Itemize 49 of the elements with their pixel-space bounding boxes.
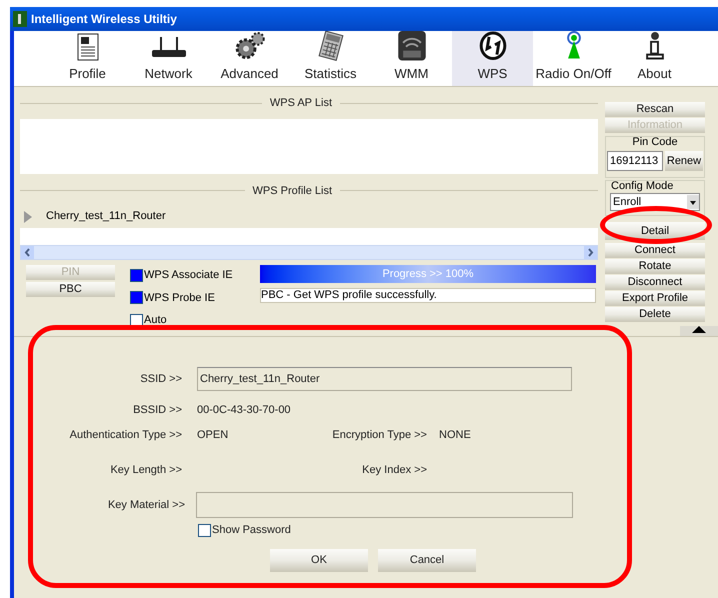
authentication-value: OPEN xyxy=(197,428,230,443)
checkbox-label: WPS Probe IE xyxy=(144,290,215,306)
window-title: Intelligent Wireless Utiltiy xyxy=(31,11,177,28)
key-length-label: Key Length >> xyxy=(109,462,182,478)
list-item[interactable]: Cherry_test_11n_Router xyxy=(46,208,166,225)
group-title: Config Mode xyxy=(611,180,674,193)
pin-code-field[interactable]: 16912113 xyxy=(607,151,663,171)
collapse-button[interactable] xyxy=(680,326,718,336)
ssid-field[interactable]: Cherry_test_11n_Router xyxy=(197,367,572,391)
group-title: WPS Profile List xyxy=(252,184,333,198)
encryption-label: Encryption Type >> xyxy=(331,428,427,443)
checkbox[interactable] xyxy=(130,268,143,282)
ssid-label: SSID >> xyxy=(139,372,182,387)
group-title: WPS AP List xyxy=(268,96,333,111)
action-button[interactable]: Disconnect xyxy=(605,275,705,290)
encryption-value: NONE xyxy=(439,428,471,443)
person-pointer-icon xyxy=(644,31,664,60)
progress-label: Progress >> 100% xyxy=(381,266,475,282)
side-button[interactable]: Rescan xyxy=(605,102,705,117)
group-title: Pin Code xyxy=(632,136,678,149)
dialog-button[interactable]: Cancel xyxy=(378,548,476,572)
triangle-icon xyxy=(24,210,32,222)
key-index-label: Key Index >> xyxy=(361,462,427,478)
checkbox-label: Show Password xyxy=(212,523,291,538)
toolbar-button[interactable]: WPS xyxy=(452,31,533,86)
action-button[interactable]: Delete xyxy=(605,307,705,322)
dialog-button[interactable]: OK xyxy=(270,548,368,572)
horizontal-scrollbar[interactable] xyxy=(20,245,598,260)
authentication-label: Authentication Type >> xyxy=(68,428,182,443)
renew-button[interactable]: Renew xyxy=(665,151,703,171)
checkbox-label: WPS Associate IE xyxy=(144,268,233,283)
checkbox[interactable] xyxy=(130,291,143,304)
action-button[interactable]: Export Profile xyxy=(605,291,705,306)
key-material-field[interactable] xyxy=(196,492,573,518)
action-button[interactable]: Connect xyxy=(605,243,705,258)
arrows-cycle-icon xyxy=(478,31,506,60)
status-text: PBC - Get WPS profile successfully. xyxy=(260,288,596,303)
mode-button[interactable]: PBC xyxy=(26,282,115,297)
bssid-value: 00-0C-43-30-70-00 xyxy=(197,402,291,418)
up-arrow-icon xyxy=(692,326,706,333)
app-icon xyxy=(13,11,27,27)
bssid-label: BSSID >> xyxy=(132,402,182,418)
action-button[interactable]: Rotate xyxy=(605,259,705,274)
signal-icon xyxy=(398,31,426,60)
key-material-label: Key Material >> xyxy=(106,498,185,513)
checkbox[interactable] xyxy=(130,314,143,327)
document-icon xyxy=(76,32,98,60)
checkbox-label: Auto xyxy=(144,313,167,328)
checkbox[interactable] xyxy=(198,524,211,537)
